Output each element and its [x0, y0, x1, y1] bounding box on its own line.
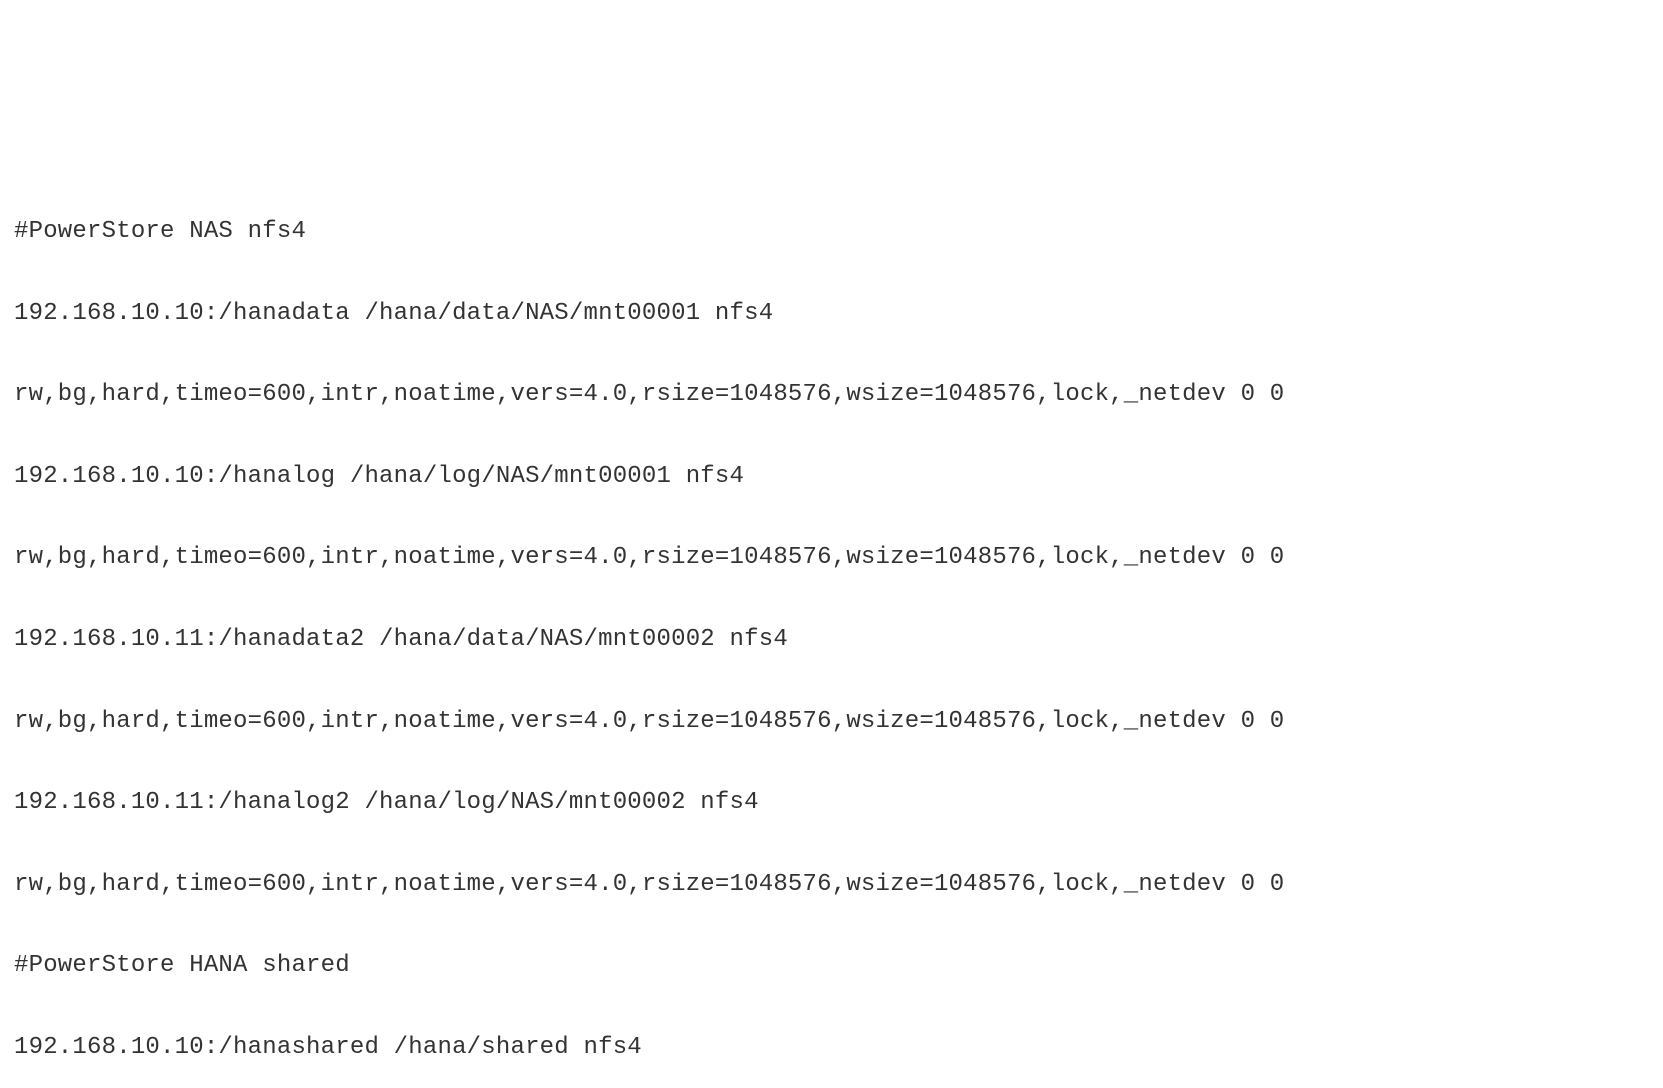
config-line: 192.168.10.11:/hanadata2 /hana/data/NAS/…	[14, 620, 1649, 661]
config-line: rw,bg,hard,timeo=600,intr,noatime,vers=4…	[14, 702, 1649, 743]
config-line: 192.168.10.10:/hanadata /hana/data/NAS/m…	[14, 294, 1649, 335]
config-line: rw,bg,hard,timeo=600,intr,noatime,vers=4…	[14, 375, 1649, 416]
config-line: #PowerStore HANA shared	[14, 946, 1649, 987]
config-line: rw,bg,hard,timeo=600,intr,noatime,vers=4…	[14, 865, 1649, 906]
fstab-config-block: #PowerStore NAS nfs4 192.168.10.10:/hana…	[14, 171, 1649, 1088]
config-line: rw,bg,hard,timeo=600,intr,noatime,vers=4…	[14, 538, 1649, 579]
config-line: 192.168.10.10:/hanashared /hana/shared n…	[14, 1028, 1649, 1069]
config-line: 192.168.10.11:/hanalog2 /hana/log/NAS/mn…	[14, 783, 1649, 824]
config-line: 192.168.10.10:/hanalog /hana/log/NAS/mnt…	[14, 457, 1649, 498]
config-line: #PowerStore NAS nfs4	[14, 212, 1649, 253]
